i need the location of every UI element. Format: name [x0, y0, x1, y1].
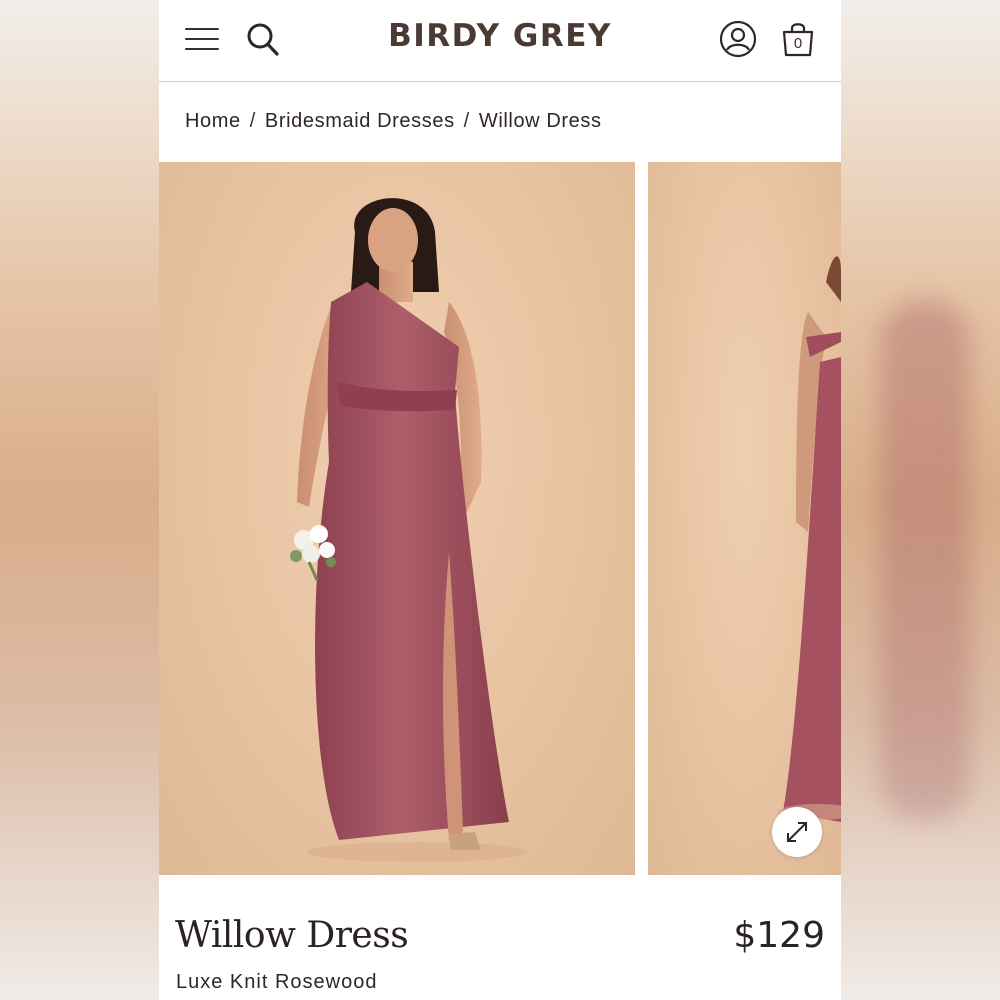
breadcrumb: Home / Bridesmaid Dresses / Willow Dress — [185, 110, 602, 133]
background-blur-figure — [880, 300, 970, 820]
account-icon[interactable] — [719, 20, 757, 58]
cart-count-badge: 0 — [793, 35, 803, 52]
product-image-side[interactable] — [648, 162, 841, 875]
product-title: Willow Dress — [175, 915, 409, 956]
site-header: BIRDY GREY 0 — [159, 0, 841, 82]
breadcrumb-bridesmaid-dresses[interactable]: Bridesmaid Dresses — [265, 110, 455, 132]
expand-arrows-icon — [787, 822, 807, 842]
background-blur-left — [0, 0, 160, 1000]
expand-image-button[interactable] — [772, 807, 822, 857]
breadcrumb-current: Willow Dress — [478, 110, 602, 132]
product-image-front[interactable] — [159, 162, 635, 875]
breadcrumb-separator: / — [249, 110, 256, 132]
product-color-name: Luxe Knit Rosewood — [176, 971, 378, 993]
breadcrumb-separator: / — [463, 110, 470, 132]
shopping-bag-icon[interactable]: 0 — [780, 20, 816, 58]
breadcrumb-home[interactable]: Home — [185, 110, 241, 132]
product-image-gallery[interactable] — [159, 162, 841, 875]
mobile-page: BIRDY GREY 0 Home / Bridesmaid Dresses / Wil… — [159, 0, 841, 1000]
product-price: $129 — [733, 915, 825, 956]
